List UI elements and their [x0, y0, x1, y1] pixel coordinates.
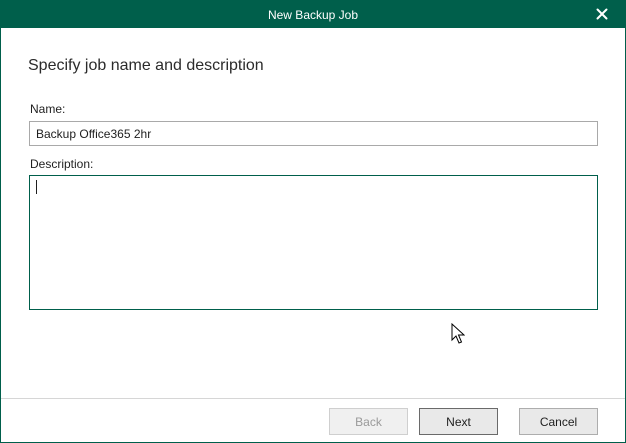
text-caret [36, 180, 37, 194]
description-label: Description: [30, 157, 94, 171]
close-button[interactable] [593, 5, 611, 23]
description-field[interactable] [29, 175, 598, 310]
close-icon [596, 8, 608, 20]
back-button[interactable]: Back [329, 408, 408, 435]
page-heading: Specify job name and description [28, 57, 264, 74]
footer-divider [1, 398, 625, 399]
title-bar: New Backup Job [1, 1, 625, 28]
next-button[interactable]: Next [419, 408, 498, 435]
name-field[interactable] [29, 121, 598, 146]
mouse-pointer-icon [451, 322, 466, 350]
cancel-button[interactable]: Cancel [519, 408, 598, 435]
window-title: New Backup Job [267, 7, 359, 22]
name-label: Name: [30, 102, 66, 116]
dialog-window: New Backup Job Specify job name and desc… [0, 0, 626, 443]
